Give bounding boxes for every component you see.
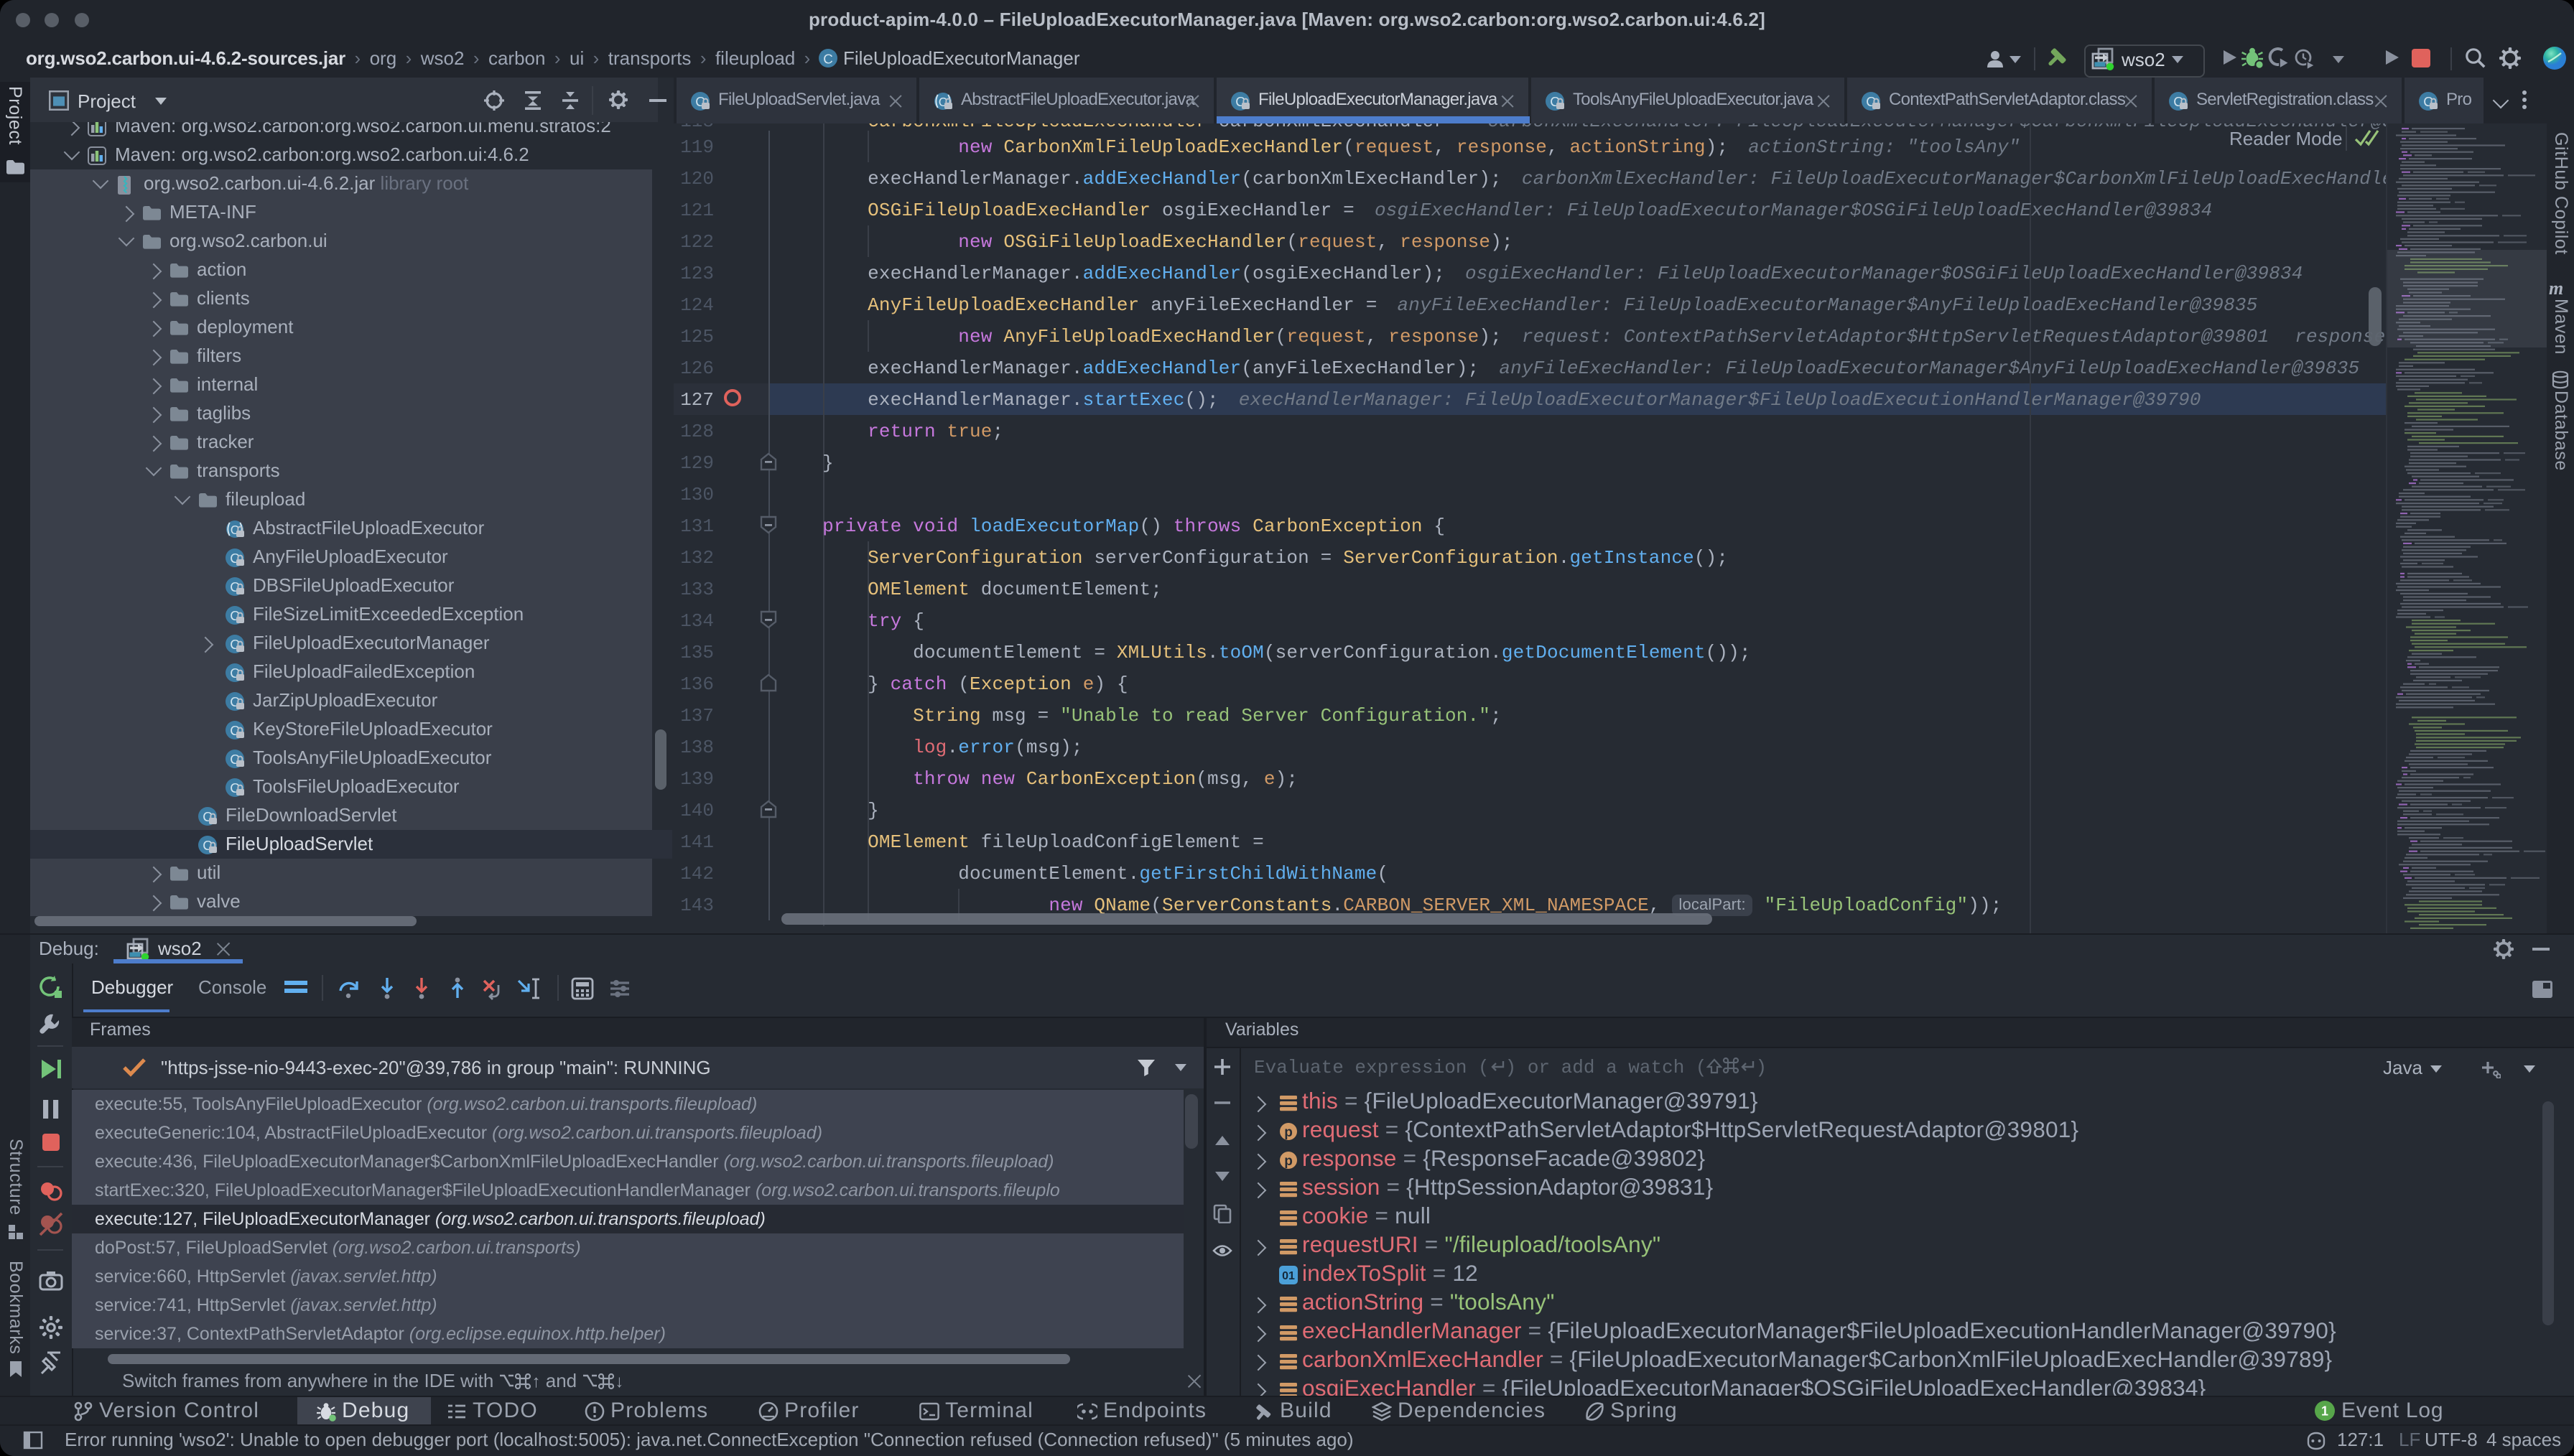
svg-text:C: C	[824, 51, 834, 66]
svg-text:p: p	[1284, 1124, 1293, 1139]
svg-text:p: p	[1284, 1153, 1293, 1168]
svg-text:01: 01	[1282, 1269, 1295, 1282]
svg-text:1: 1	[2321, 1404, 2328, 1419]
